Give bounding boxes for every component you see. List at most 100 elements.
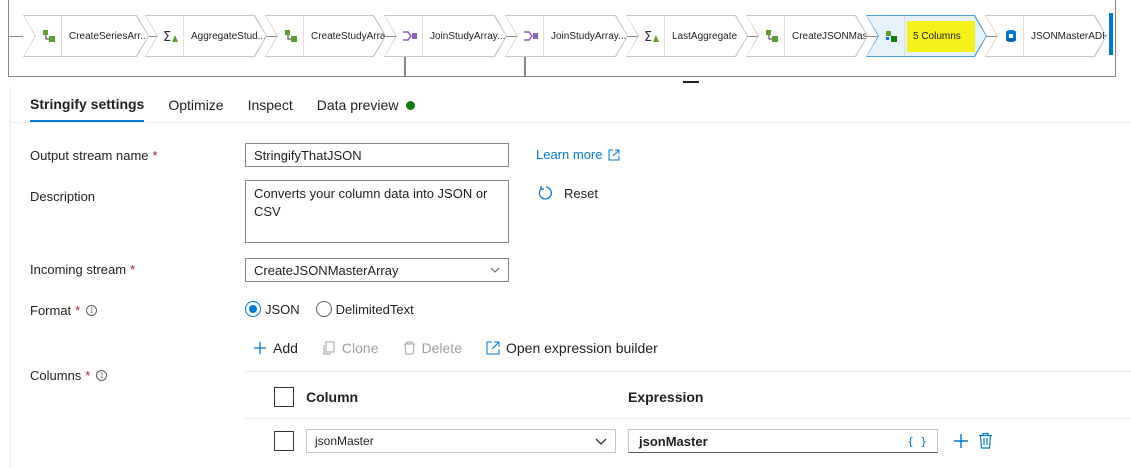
pipeline-node-stringify-selected[interactable]: 5 Columns — [866, 15, 987, 57]
pipeline-node-label: JoinStudyArray... — [430, 30, 506, 42]
reset-button[interactable]: Reset — [538, 185, 598, 201]
clone-button[interactable]: Clone — [322, 340, 379, 356]
format-delimited-radio[interactable]: DelimitedText — [315, 301, 414, 317]
expression-value: jsonMaster — [639, 433, 708, 449]
expression-input[interactable]: jsonMaster { } — [628, 429, 938, 453]
grid-top-divider — [244, 371, 1131, 372]
description-label: Description — [30, 189, 95, 204]
branch-line — [404, 57, 406, 77]
copy-icon — [323, 341, 335, 355]
tab-optimize[interactable]: Optimize — [168, 96, 223, 122]
trash-icon — [403, 341, 415, 355]
tool-label: Open expression builder — [505, 340, 658, 356]
join-icon — [397, 16, 423, 56]
pipeline-node-create-study-array[interactable]: CreateStudyArray — [265, 15, 386, 57]
derived-column-icon — [278, 16, 304, 56]
grid-header-divider — [244, 418, 1131, 419]
reset-label: Reset — [564, 185, 598, 201]
radio-label: JSON — [265, 301, 300, 317]
aggregate-icon: Σ — [158, 16, 184, 56]
pipeline-node-join-study-array-1[interactable]: JoinStudyArray... — [384, 15, 507, 57]
format-json-radio[interactable]: JSON — [245, 301, 300, 317]
tool-label: Delete — [421, 340, 462, 356]
tab-label: Stringify settings — [30, 96, 145, 112]
settings-tabs: Stringify settings Optimize Inspect Data… — [30, 96, 439, 122]
column-header-column: Column — [306, 389, 359, 405]
aggregate-icon: Σ — [639, 16, 665, 56]
description-textarea[interactable]: Converts your column data into JSON or C… — [245, 180, 509, 243]
link-text: Learn more — [536, 147, 603, 162]
pipeline-node-last-aggregate[interactable]: Σ LastAggregate — [626, 15, 748, 57]
label-text: Output stream name — [30, 148, 149, 163]
columns-label: Columns * i — [30, 368, 108, 383]
stringify-icon — [879, 16, 905, 56]
external-link-icon — [608, 149, 620, 160]
radio-checked-icon — [245, 301, 261, 317]
derived-column-icon — [759, 16, 785, 56]
tool-label: Add — [273, 340, 298, 356]
delete-row-icon[interactable] — [978, 432, 993, 449]
format-label: Format * i — [30, 303, 98, 318]
derived-column-icon — [36, 16, 62, 56]
info-icon[interactable]: i — [96, 370, 108, 381]
output-stream-input[interactable]: StringifyThatJSON — [245, 143, 509, 167]
label-text: Columns — [30, 368, 82, 383]
sink-icon — [998, 16, 1024, 56]
radio-label: DelimitedText — [335, 301, 414, 317]
required-marker: * — [152, 148, 158, 163]
pipeline-node-create-json-master[interactable]: CreateJSONMas... — [746, 15, 868, 57]
dropdown-value: jsonMaster — [315, 434, 374, 448]
delete-button[interactable]: Delete — [403, 340, 462, 356]
status-dot-icon — [406, 100, 416, 110]
add-button[interactable]: Add — [253, 340, 298, 356]
pipeline-node-aggregate-study[interactable]: Σ AggregateStud... — [145, 15, 267, 57]
pipeline-node-label: CreateJSONMas... — [792, 30, 867, 42]
incoming-stream-label: Incoming stream * — [30, 262, 135, 277]
learn-more-link[interactable]: Learn more — [536, 147, 620, 162]
tab-data-preview[interactable]: Data preview — [317, 96, 416, 122]
pipeline-node-create-series[interactable]: CreateSeriesArr... — [23, 15, 149, 57]
tab-label: Data preview — [316, 97, 399, 113]
panel-left-border — [10, 86, 11, 468]
chevron-down-icon — [490, 267, 500, 273]
column-header-expression: Expression — [628, 389, 704, 405]
plus-icon — [254, 342, 266, 354]
pipeline-node-join-study-array-2[interactable]: JoinStudyArray... — [505, 15, 628, 57]
columns-toolbar: Add Clone Delete Open expression builder — [253, 340, 682, 356]
format-radio-group: JSON DelimitedText — [245, 301, 430, 317]
open-expression-builder-button[interactable]: Open expression builder — [486, 340, 658, 356]
column-name-dropdown[interactable]: jsonMaster — [306, 429, 616, 453]
expression-builder-icon[interactable]: { } — [907, 435, 927, 448]
required-marker: * — [130, 262, 136, 277]
row-checkbox[interactable] — [274, 431, 294, 451]
add-row-icon[interactable] — [953, 433, 969, 449]
svg-text:Σ: Σ — [163, 30, 171, 43]
pipeline-node-json-master-adf[interactable]: JSONMasterADF — [985, 15, 1107, 57]
svg-text:Σ: Σ — [644, 30, 652, 43]
pipeline-node-label: LastAggregate — [672, 30, 738, 42]
branch-line — [524, 57, 526, 77]
select-all-checkbox[interactable] — [274, 387, 294, 407]
pipeline-node-label: JSONMasterADF — [1031, 30, 1106, 42]
tabs-divider — [10, 122, 1131, 123]
tool-label: Clone — [341, 340, 379, 356]
label-text: Description — [30, 189, 96, 204]
tab-inspect[interactable]: Inspect — [248, 96, 293, 122]
required-marker: * — [85, 368, 91, 383]
canvas-scroll-indicator — [1109, 13, 1113, 55]
radio-unchecked-icon — [315, 301, 332, 317]
output-stream-label: Output stream name * — [30, 148, 158, 163]
incoming-stream-dropdown[interactable]: CreateJSONMasterArray — [245, 258, 509, 282]
tab-label: Inspect — [247, 97, 293, 113]
required-marker: * — [75, 303, 81, 318]
tab-stringify-settings[interactable]: Stringify settings — [30, 96, 145, 122]
info-icon[interactable]: i — [86, 305, 98, 316]
pipeline-node-label: CreateStudyArray — [311, 30, 385, 42]
label-text: Format — [30, 303, 72, 318]
pipeline-connector — [9, 36, 23, 37]
pipeline-node-label: JoinStudyArray... — [551, 30, 627, 42]
tab-label: Optimize — [168, 97, 224, 113]
panel-resize-handle[interactable] — [683, 81, 699, 83]
chevron-down-icon — [595, 438, 607, 445]
pipeline-node-label: 5 Columns — [907, 21, 975, 52]
